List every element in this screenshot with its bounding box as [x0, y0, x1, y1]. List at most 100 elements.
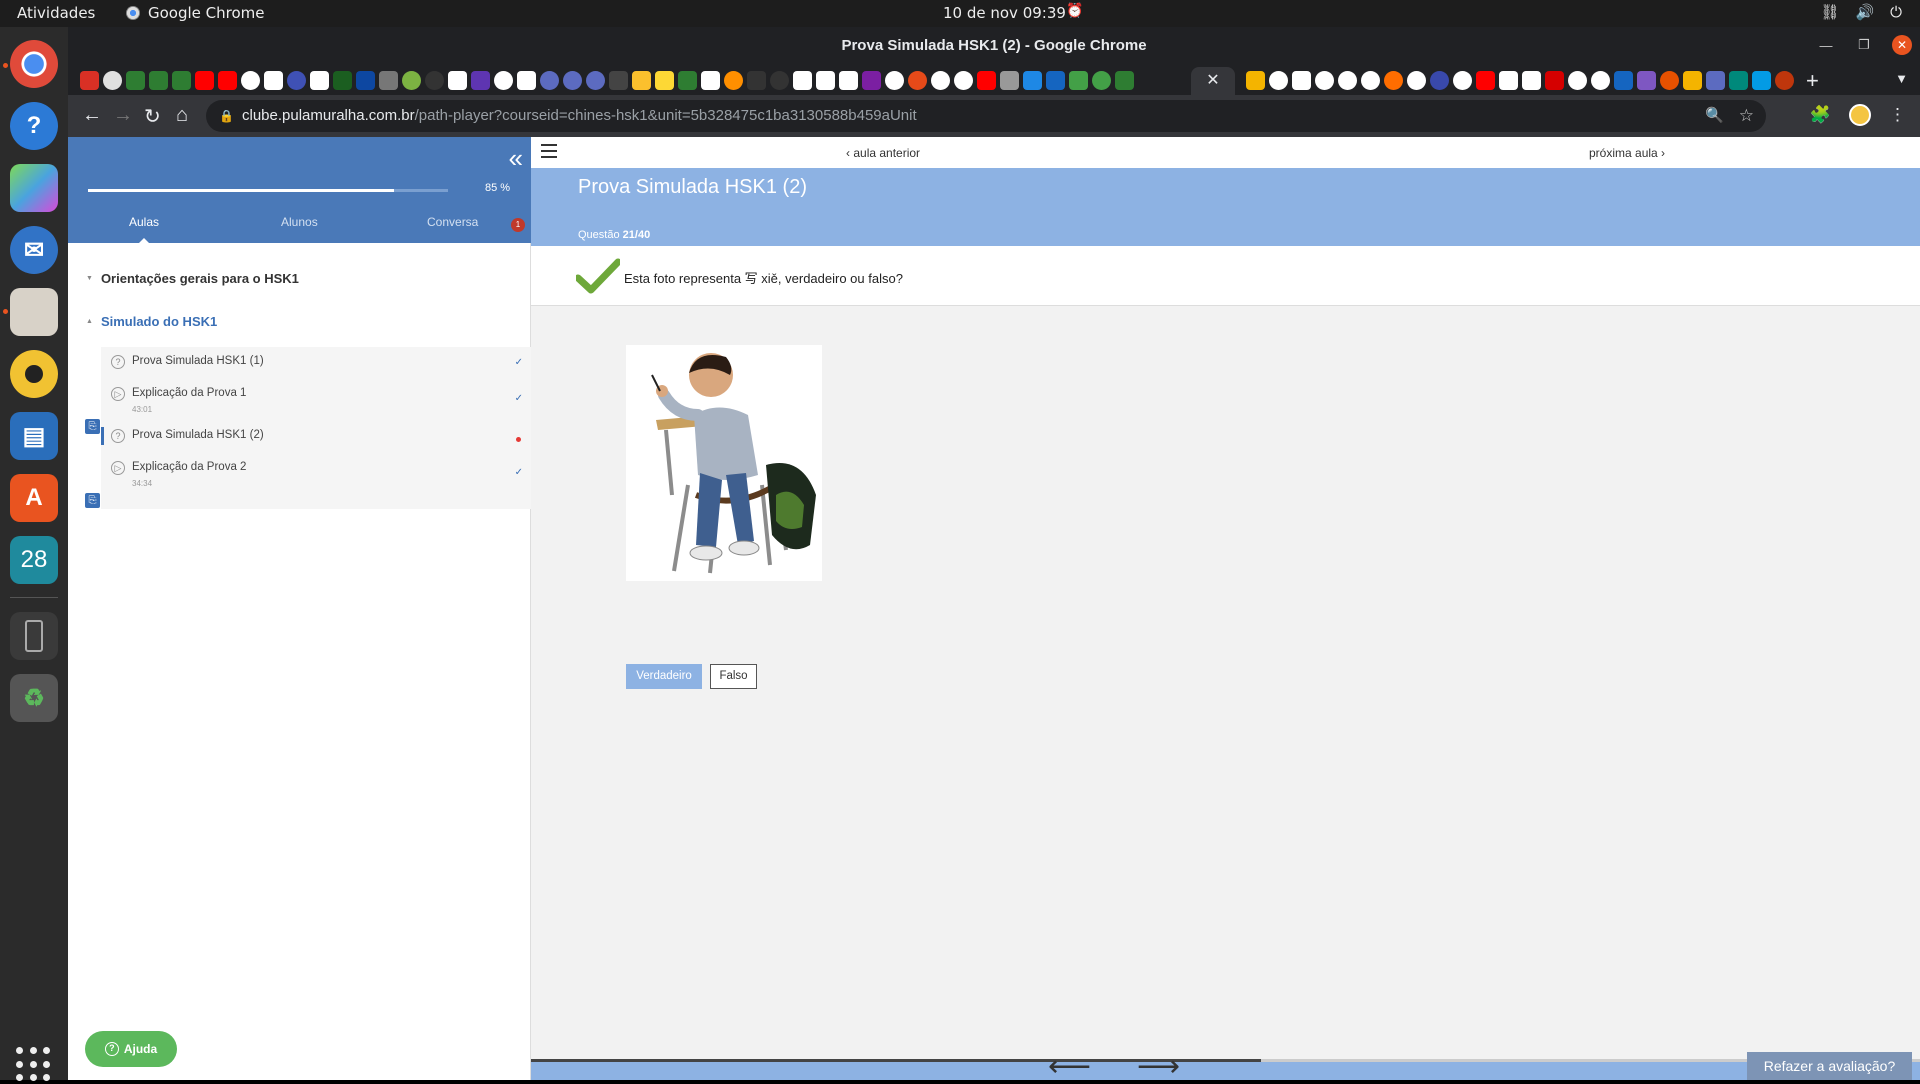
tab-favicon[interactable] [103, 71, 122, 90]
tab-aulas[interactable]: Aulas [129, 215, 159, 244]
tab-favicon[interactable] [1660, 71, 1679, 90]
chrome-menu-icon[interactable]: ⋮ [1889, 105, 1906, 125]
app-dock-icon[interactable] [10, 164, 58, 212]
help-dock-icon[interactable]: ? [10, 102, 58, 150]
close-window-icon[interactable]: ✕ [1892, 35, 1912, 55]
next-lesson-link[interactable]: próxima aula › [1589, 146, 1665, 160]
system-tray[interactable]: ⛓ 🔊 ⏻ [1820, 3, 1902, 21]
tab-favicon[interactable] [425, 71, 444, 90]
forward-icon[interactable]: → [113, 104, 133, 127]
tab-favicon[interactable] [954, 71, 973, 90]
tab-favicon[interactable] [931, 71, 950, 90]
tab-favicon[interactable] [609, 71, 628, 90]
power-icon[interactable]: ⏻ [1890, 3, 1902, 21]
tab-favicon[interactable] [149, 71, 168, 90]
lock-icon[interactable]: 🔒 [219, 100, 234, 132]
tab-favicon[interactable] [1384, 71, 1403, 90]
tab-favicon[interactable] [333, 71, 352, 90]
tab-favicon[interactable] [770, 71, 789, 90]
tab-favicon[interactable] [264, 71, 283, 90]
tab-favicon[interactable] [747, 71, 766, 90]
answer-false-button[interactable]: Falso [710, 664, 757, 689]
tab-favicon[interactable] [1775, 71, 1794, 90]
tab-favicon[interactable] [701, 71, 720, 90]
reload-icon[interactable]: ↻ [144, 104, 161, 129]
network-icon[interactable]: ⛓ [1820, 3, 1839, 21]
tab-favicon[interactable] [1499, 71, 1518, 90]
previous-lesson-link[interactable]: ‹ aula anterior [846, 146, 920, 160]
tab-favicon[interactable] [1292, 71, 1311, 90]
zoom-icon[interactable]: 🔍 [1705, 100, 1724, 132]
tab-favicon[interactable] [885, 71, 904, 90]
tab-favicon[interactable] [517, 71, 536, 90]
tab-favicon[interactable] [195, 71, 214, 90]
tab-favicon[interactable] [1729, 71, 1748, 90]
bookmark-star-icon[interactable]: ☆ [1739, 100, 1754, 132]
tab-favicon[interactable] [379, 71, 398, 90]
tab-favicon[interactable] [1407, 71, 1426, 90]
tab-favicon[interactable] [563, 71, 582, 90]
home-icon[interactable]: ⌂ [176, 104, 188, 127]
tab-favicon[interactable] [172, 71, 191, 90]
tab-favicon[interactable] [1069, 71, 1088, 90]
tab-favicon[interactable] [1752, 71, 1771, 90]
help-button[interactable]: ? Ajuda [85, 1031, 177, 1067]
tab-favicon[interactable] [80, 71, 99, 90]
answer-true-button[interactable]: Verdadeiro [626, 664, 702, 689]
tab-favicon[interactable] [471, 71, 490, 90]
tab-favicon[interactable] [356, 71, 375, 90]
minimize-icon[interactable]: — [1816, 38, 1836, 53]
address-bar[interactable]: 🔒 clube.pulamuralha.com.br/path-player?c… [206, 100, 1766, 132]
tab-favicon[interactable] [977, 71, 996, 90]
tab-favicon[interactable] [1338, 71, 1357, 90]
previous-question-icon[interactable]: ⟵ [1048, 1049, 1091, 1084]
show-apps-icon[interactable] [16, 1047, 52, 1083]
tab-favicon[interactable] [655, 71, 674, 90]
tab-favicon[interactable] [1246, 71, 1265, 90]
app-menu[interactable]: Google Chrome [126, 4, 265, 22]
tab-favicon[interactable] [1545, 71, 1564, 90]
attachment-icon[interactable]: ⎘ [85, 419, 100, 434]
tab-favicon[interactable] [402, 71, 421, 90]
tab-favicon[interactable] [1476, 71, 1495, 90]
next-question-icon[interactable]: ⟶ [1137, 1049, 1180, 1084]
redo-assessment-button[interactable]: Refazer a avaliação? [1747, 1052, 1912, 1080]
tab-favicon[interactable] [287, 71, 306, 90]
tab-favicon[interactable] [494, 71, 513, 90]
tab-favicon[interactable] [1315, 71, 1334, 90]
trash-dock-icon[interactable]: ♻ [10, 674, 58, 722]
new-tab-button[interactable]: + [1806, 68, 1819, 94]
lesson-item[interactable]: ▷ Explicação da Prova 1 43:01 ✓ [101, 379, 531, 419]
tab-favicon[interactable] [1430, 71, 1449, 90]
section-simulado[interactable]: ▲ Simulado do HSK1 [86, 314, 217, 329]
tab-favicon[interactable] [1269, 71, 1288, 90]
writer-dock-icon[interactable]: ▤ [10, 412, 58, 460]
tab-favicon[interactable] [793, 71, 812, 90]
tab-favicon[interactable] [1637, 71, 1656, 90]
tab-favicon[interactable] [1023, 71, 1042, 90]
device-dock-icon[interactable] [10, 612, 58, 660]
tab-favicon[interactable] [632, 71, 651, 90]
tab-favicon[interactable] [1092, 71, 1111, 90]
thunderbird-dock-icon[interactable]: ✉ [10, 226, 58, 274]
rhythmbox-dock-icon[interactable] [10, 350, 58, 398]
tab-favicon[interactable] [1453, 71, 1472, 90]
active-tab[interactable]: ✕ [1191, 67, 1235, 95]
back-icon[interactable]: ← [82, 104, 102, 127]
tab-search-icon[interactable]: ▼ [1895, 71, 1908, 86]
calendar-dock-icon[interactable]: 28 [10, 536, 58, 584]
tab-favicon[interactable] [1591, 71, 1610, 90]
tab-favicon[interactable] [816, 71, 835, 90]
tab-conversa[interactable]: Conversa [427, 215, 478, 229]
tab-favicon[interactable] [1706, 71, 1725, 90]
tab-favicon[interactable] [1683, 71, 1702, 90]
clock[interactable]: 10 de nov 09:39 [943, 4, 1066, 22]
activities-button[interactable]: Atividades [17, 4, 95, 22]
tab-alunos[interactable]: Alunos [281, 215, 318, 229]
tab-favicon[interactable] [310, 71, 329, 90]
software-dock-icon[interactable]: A [10, 474, 58, 522]
tab-favicon[interactable] [540, 71, 559, 90]
tab-favicon[interactable] [586, 71, 605, 90]
close-tab-icon[interactable]: ✕ [1206, 72, 1219, 89]
tab-favicon[interactable] [218, 71, 237, 90]
